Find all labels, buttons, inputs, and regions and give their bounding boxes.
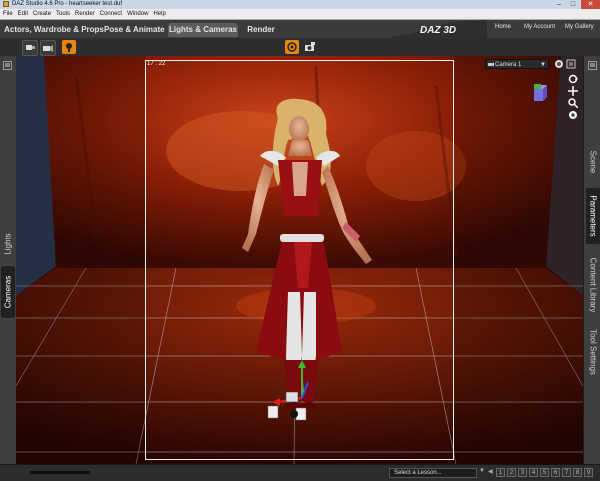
create-camera-icon[interactable]	[40, 40, 56, 56]
window-title: DAZ Studio 4.6 Pro - heartseeker test.du…	[12, 1, 123, 7]
bottom-splitter[interactable]	[30, 471, 90, 474]
toolbar	[0, 38, 600, 57]
camera-dropdown-icon: ▼	[540, 62, 546, 68]
tab-lights-cameras[interactable]: Lights & Cameras	[168, 23, 238, 37]
tab-scene-label: Scene	[588, 150, 598, 174]
spotlight-tool-icon[interactable]	[62, 40, 76, 54]
tab-actors-wardrobe-props[interactable]: Actors, Wardrobe & Props	[4, 23, 104, 37]
tab-lights[interactable]: Lights	[1, 224, 15, 264]
camera-small-icon	[488, 62, 494, 67]
lesson-page-8[interactable]: 8	[573, 468, 582, 477]
left-panel: Lights Cameras	[0, 56, 17, 464]
tab-cameras[interactable]: Cameras	[1, 266, 15, 318]
lesson-page-7[interactable]: 7	[562, 468, 571, 477]
tab-render[interactable]: Render	[244, 23, 278, 37]
lesson-page-2[interactable]: 2	[507, 468, 516, 477]
bottom-bar: Select a Lesson... ▼ ◀ 1 2 3 4 5 6 7 8 9	[0, 464, 600, 481]
app-icon	[3, 1, 9, 7]
tab-tool-settings[interactable]: Tool Settings	[586, 324, 600, 380]
tab-tool-settings-label: Tool Settings	[588, 329, 598, 375]
viewport-menu-icon[interactable]	[566, 59, 576, 69]
right-panel-menu-icon[interactable]	[588, 61, 597, 70]
tab-pose-animate[interactable]: Pose & Animate	[104, 23, 165, 37]
panel-menu-icon[interactable]	[3, 61, 12, 70]
daz-3d-logo: DAZ 3D	[392, 20, 487, 38]
my-account-link[interactable]: My Account	[524, 24, 555, 30]
rotate-icon[interactable]	[568, 110, 578, 120]
tab-lights-label: Lights	[3, 233, 13, 255]
menu-render[interactable]: Render	[75, 9, 95, 19]
view-cube-icon[interactable]	[532, 84, 548, 102]
minimize-icon[interactable]: –	[552, 0, 566, 9]
region-navigator-icon[interactable]	[285, 40, 299, 54]
zoom-icon[interactable]	[568, 98, 579, 109]
lesson-page-1[interactable]: 1	[496, 468, 505, 477]
menu-create[interactable]: Create	[33, 9, 51, 19]
maximize-icon[interactable]: □	[566, 0, 580, 9]
lesson-page-4[interactable]: 4	[529, 468, 538, 477]
tab-parameters[interactable]: Parameters	[586, 188, 600, 244]
menu-file[interactable]: File	[3, 9, 13, 19]
menu-help[interactable]: Help	[153, 9, 165, 19]
3d-viewport[interactable]: 17 : 22 Camera 1 ▼	[16, 56, 583, 464]
menu-bar: File Edit Create Tools Render Connect Window He…	[0, 9, 600, 20]
tab-cameras-label: Cameras	[3, 275, 13, 309]
pan-icon[interactable]	[568, 86, 578, 96]
tab-content-library[interactable]: Content Library	[586, 252, 600, 318]
home-link[interactable]: Home	[495, 24, 511, 30]
camera-render-icon[interactable]	[303, 40, 317, 54]
lesson-select-value: Select a Lesson...	[394, 470, 442, 476]
lesson-prev-icon[interactable]: ◀	[488, 468, 493, 475]
menu-tools[interactable]: Tools	[56, 9, 70, 19]
lesson-select[interactable]: Select a Lesson...	[389, 468, 477, 478]
my-gallery-link[interactable]: My Gallery	[565, 24, 594, 30]
lesson-dropdown-icon[interactable]: ▼	[479, 468, 485, 474]
orbit-icon[interactable]	[568, 74, 578, 84]
tab-scene[interactable]: Scene	[586, 140, 600, 184]
tab-parameters-label: Parameters	[588, 195, 598, 237]
logo-text: DAZ 3D	[420, 25, 456, 36]
create-light-icon[interactable]	[22, 40, 38, 56]
title-bar: DAZ Studio 4.6 Pro - heartseeker test.du…	[0, 0, 600, 9]
activity-header: Actors, Wardrobe & Props Pose & Animate …	[0, 20, 600, 39]
menu-edit[interactable]: Edit	[18, 9, 28, 19]
close-icon[interactable]: ✕	[581, 0, 600, 9]
right-panel: Scene Parameters Content Library Tool Se…	[583, 56, 600, 464]
menu-connect[interactable]: Connect	[100, 9, 122, 19]
camera-frame	[145, 60, 454, 460]
camera-select[interactable]: Camera 1 ▼	[485, 59, 549, 69]
lesson-page-6[interactable]: 6	[551, 468, 560, 477]
display-options-icon[interactable]	[554, 59, 564, 69]
menu-window[interactable]: Window	[127, 9, 148, 19]
camera-select-value: Camera 1	[495, 62, 522, 68]
lesson-page-9[interactable]: 9	[584, 468, 593, 477]
tab-content-library-label: Content Library	[588, 257, 598, 313]
lesson-page-3[interactable]: 3	[518, 468, 527, 477]
lesson-page-5[interactable]: 5	[540, 468, 549, 477]
aspect-ratio-label: 17 : 22	[147, 61, 166, 67]
